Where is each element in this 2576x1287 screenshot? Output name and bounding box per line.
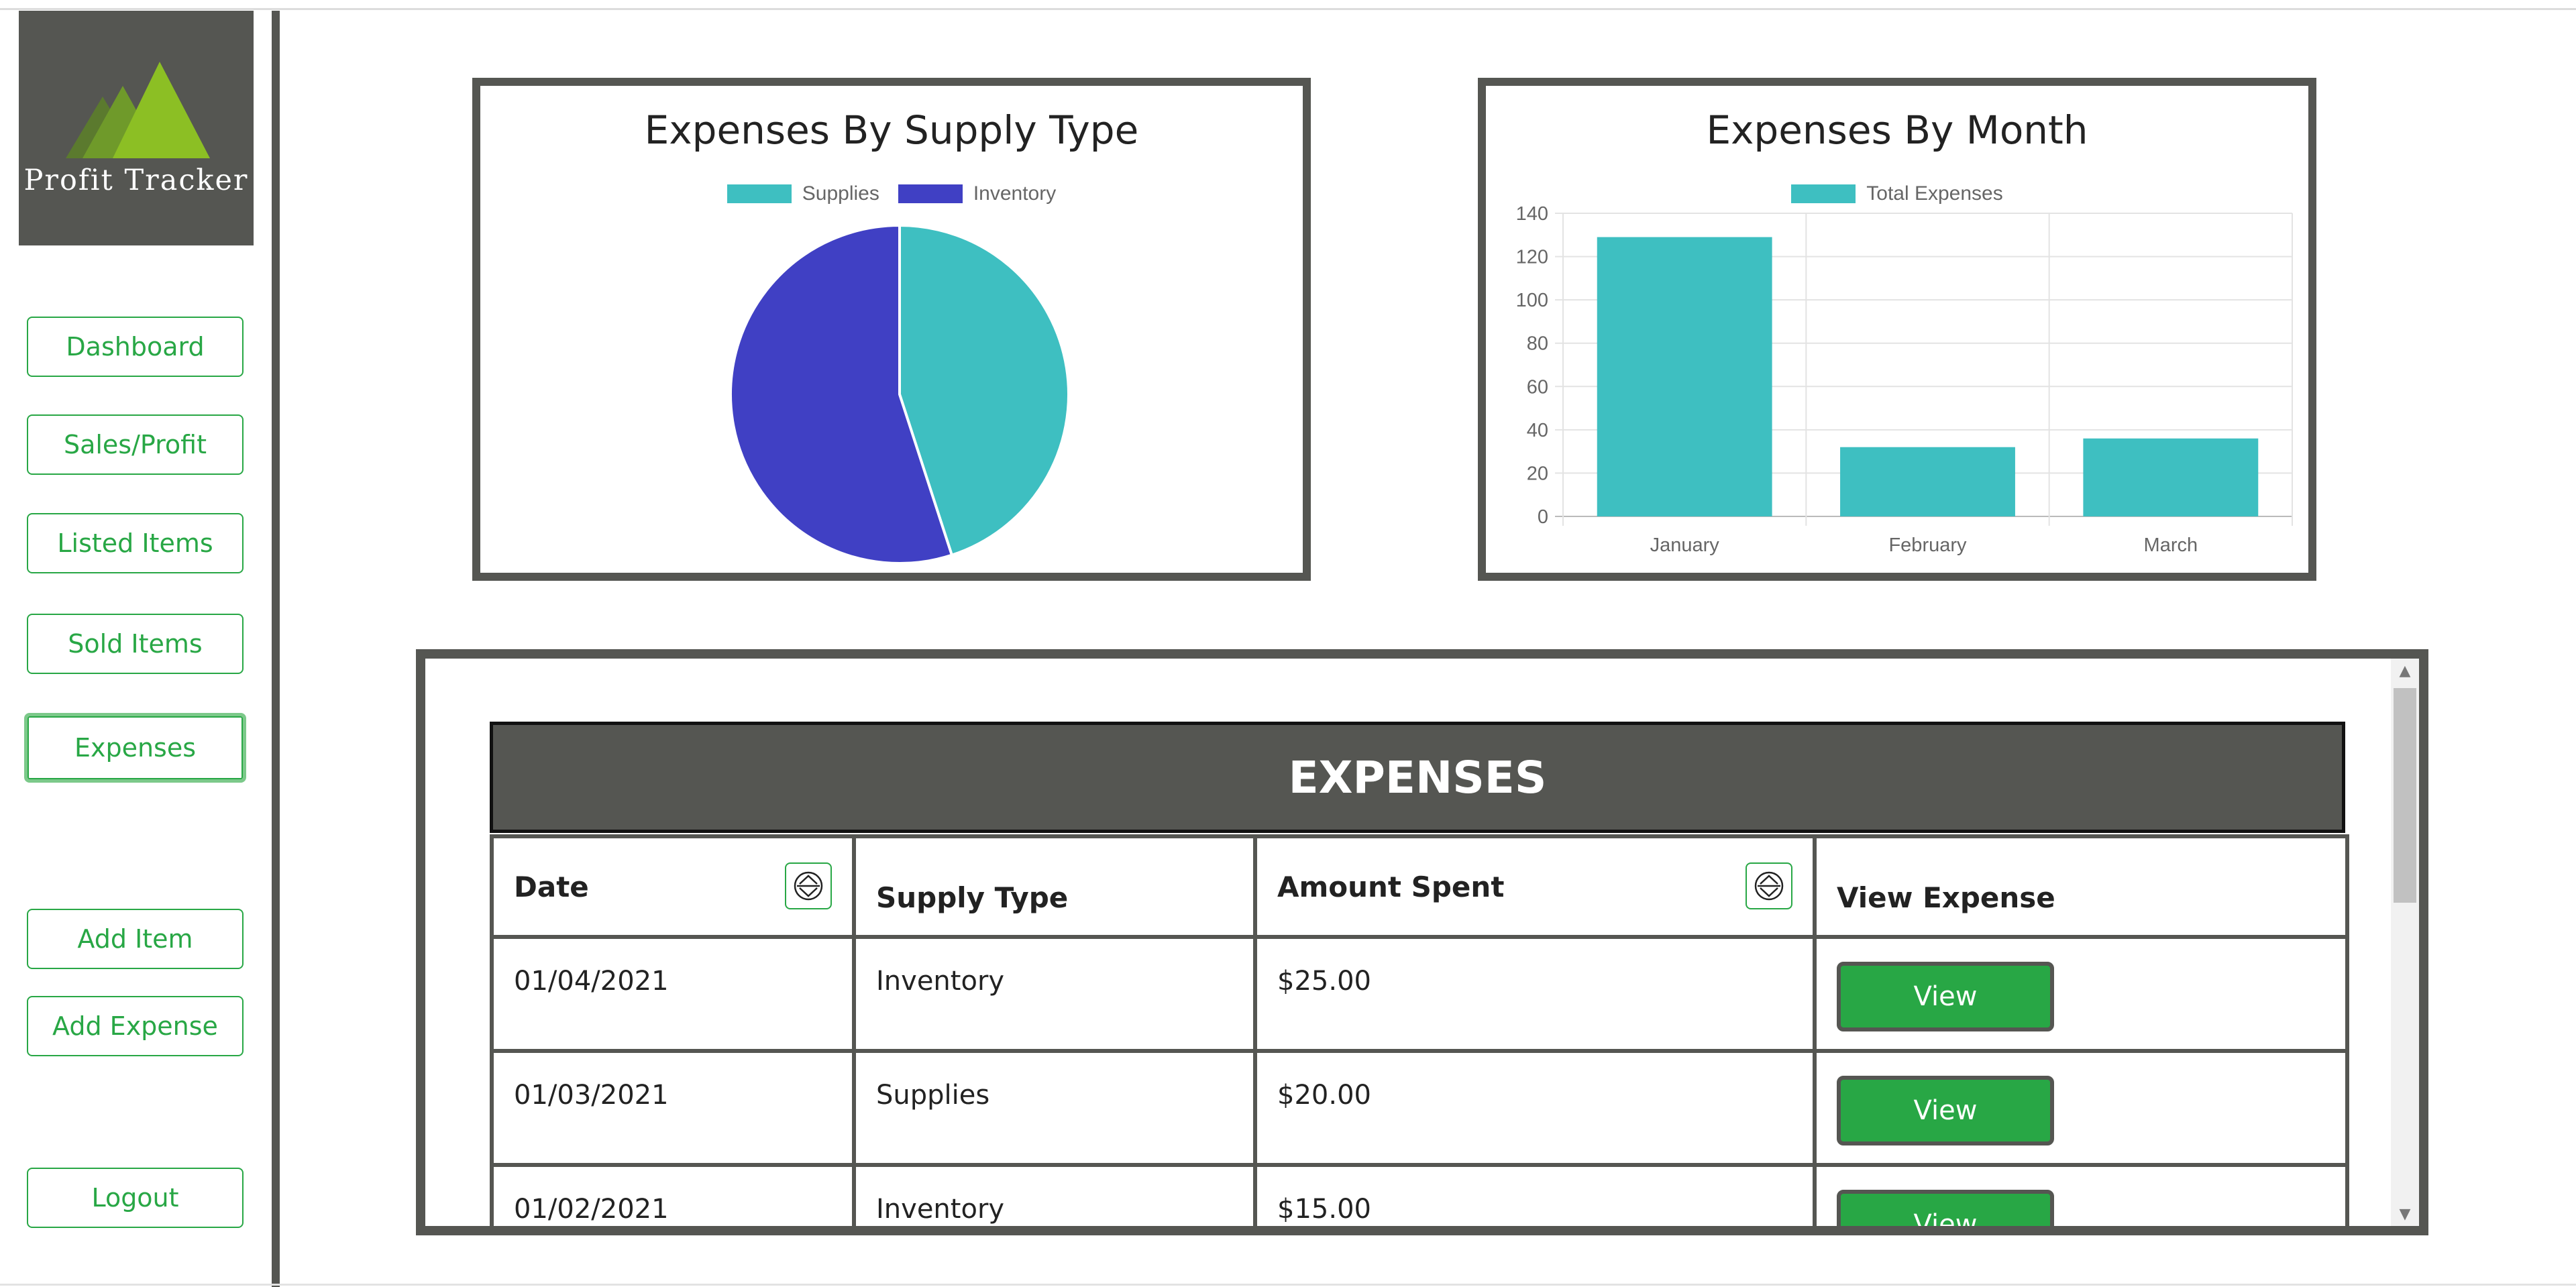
cell-date: 01/03/2021 [490, 1049, 856, 1167]
cell-date: 01/04/2021 [490, 935, 856, 1053]
expenses-table: Date Supply Type Amount Spent View Expen… [490, 834, 2349, 1226]
column-header-view-label: View Expense [1837, 881, 2055, 914]
y-tick-label: 60 [1527, 376, 1548, 398]
column-header-amount-spent: Amount Spent [1253, 834, 1817, 939]
x-tick-label: January [1650, 535, 1720, 556]
nav-sold-items-button[interactable]: Sold Items [27, 614, 244, 674]
table-row: 01/03/2021 Supplies $20.00 View [490, 1049, 2349, 1167]
cell-supply-type: Inventory [852, 1163, 1257, 1226]
nav-dashboard-button[interactable]: Dashboard [27, 317, 244, 377]
mountains-icon [66, 62, 210, 158]
column-header-date-label: Date [514, 870, 589, 903]
pie-chart [729, 223, 1070, 565]
nav-listed-items-button[interactable]: Listed Items [27, 513, 244, 573]
y-tick-label: 80 [1527, 333, 1548, 355]
table-row: 01/04/2021 Inventory $25.00 View [490, 935, 2349, 1053]
nav-expenses-button[interactable]: Expenses [24, 713, 246, 783]
pie-chart-panel: Expenses By Supply Type Supplies Invento… [472, 78, 1311, 581]
table-row: 01/02/2021 Inventory $15.00 View [490, 1163, 2349, 1226]
column-header-view-expense: View Expense [1813, 834, 2349, 939]
y-tick-label: 0 [1538, 506, 1548, 528]
cell-supply-type: Supplies [852, 1049, 1257, 1167]
bottom-border [0, 1284, 2576, 1286]
x-tick-label: March [2144, 535, 2198, 556]
logo-text: Profit Tracker [23, 164, 249, 197]
add-item-button[interactable]: Add Item [27, 909, 244, 969]
column-header-amount-label: Amount Spent [1277, 870, 1505, 903]
expenses-table-panel: EXPENSES Date Supply Type Amount Spent V… [416, 649, 2428, 1235]
bar-march [2083, 438, 2259, 516]
bar-february [1840, 447, 2015, 516]
nav-sales-profit-button[interactable]: Sales/Profit [27, 414, 244, 475]
y-tick-label: 140 [1516, 203, 1548, 225]
table-title: EXPENSES [490, 722, 2345, 833]
cell-amount: $15.00 [1253, 1163, 1817, 1226]
table-header-row: Date Supply Type Amount Spent View Expen… [490, 834, 2349, 939]
y-tick-label: 20 [1527, 463, 1548, 484]
column-header-date: Date [490, 834, 856, 939]
cell-amount: $25.00 [1253, 935, 1817, 1053]
column-header-supply-type-label: Supply Type [876, 881, 1069, 914]
app-logo[interactable]: Profit Tracker [19, 11, 254, 245]
x-tick-label: February [1888, 535, 1967, 556]
scrollbar-thumb[interactable] [2394, 688, 2416, 903]
sort-icon [1754, 871, 1784, 901]
scroll-up-arrow-icon[interactable]: ▲ [2391, 659, 2419, 683]
cell-amount: $20.00 [1253, 1049, 1817, 1167]
view-expense-button[interactable]: View [1837, 1190, 2054, 1226]
column-header-supply-type: Supply Type [852, 834, 1257, 939]
cell-action: View [1813, 1049, 2349, 1167]
cell-action: View [1813, 1163, 2349, 1226]
view-expense-button[interactable]: View [1837, 1076, 2054, 1145]
y-tick-label: 40 [1527, 420, 1548, 441]
scroll-down-arrow-icon[interactable]: ▼ [2391, 1202, 2419, 1226]
sort-amount-button[interactable] [1746, 862, 1792, 909]
bar-january [1597, 237, 1772, 516]
y-tick-label: 100 [1516, 290, 1548, 311]
table-scrollbar[interactable]: ▲ ▼ [2391, 659, 2419, 1226]
cell-supply-type: Inventory [852, 935, 1257, 1053]
sort-icon [794, 871, 823, 901]
cell-date: 01/02/2021 [490, 1163, 856, 1226]
bar-chart-panel: Expenses By Month Total Expenses 140 120 1… [1478, 78, 2316, 581]
y-tick-label: 120 [1516, 247, 1548, 268]
sidebar-divider [272, 11, 280, 1287]
top-border [0, 8, 2576, 10]
logout-button[interactable]: Logout [27, 1168, 244, 1228]
bar-chart: 140 120 100 80 60 40 20 0 January February March [1516, 203, 2293, 556]
add-expense-button[interactable]: Add Expense [27, 996, 244, 1056]
view-expense-button[interactable]: View [1837, 962, 2054, 1031]
sort-date-button[interactable] [785, 862, 832, 909]
cell-action: View [1813, 935, 2349, 1053]
